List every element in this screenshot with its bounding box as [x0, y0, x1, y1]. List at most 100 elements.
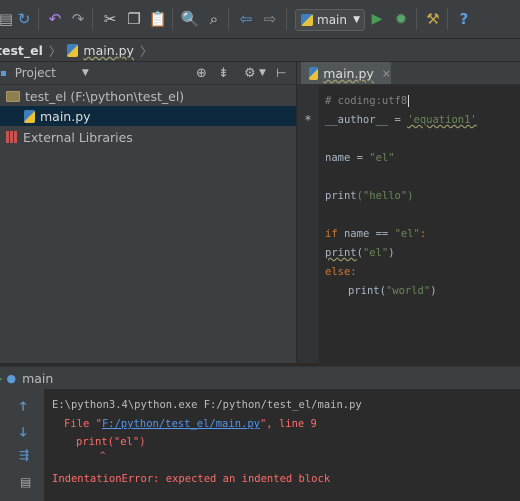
code-token: print	[325, 190, 357, 202]
console-text: File "	[64, 418, 102, 430]
forward-icon[interactable]: ⇨	[260, 9, 280, 29]
string-token: "world"	[385, 285, 431, 297]
run-icon: ▶	[0, 372, 2, 385]
run-configuration-dropdown[interactable]: main ▼	[295, 9, 365, 31]
breadcrumb: test_el 〉 main.py 〉	[0, 39, 520, 62]
copy-icon[interactable]: ❐	[124, 9, 144, 29]
breadcrumb-separator: 〉	[139, 43, 153, 59]
settings-wrench-icon[interactable]: ⚒	[423, 9, 443, 29]
keyword-token: else	[325, 266, 351, 278]
python-file-icon	[309, 66, 319, 80]
arrow-up-icon[interactable]: 🡑	[20, 397, 26, 418]
redo-icon[interactable]: ↷	[68, 9, 88, 29]
run-panel-title[interactable]: main	[22, 371, 53, 386]
string-token: 'equation1'	[407, 114, 477, 126]
toolbar-separator	[447, 8, 448, 30]
cut-icon[interactable]: ✂	[100, 9, 120, 29]
pause-icon[interactable]: ▍	[0, 449, 5, 463]
chevron-down-icon[interactable]: ▼	[82, 68, 89, 78]
run-icon[interactable]: ▶	[367, 9, 387, 29]
console-file-link[interactable]: F:/python/test_el/main.py	[102, 418, 260, 430]
back-icon[interactable]: ⇦	[236, 9, 256, 29]
project-tree: test_el (F:\python\test_el) main.py Exte…	[0, 85, 296, 363]
gear-icon[interactable]: ⚙	[244, 66, 256, 81]
close-icon[interactable]: ×	[382, 67, 391, 80]
tab-label: main.py	[323, 65, 374, 81]
code-line: print("hello")	[325, 190, 414, 202]
paste-icon[interactable]: 📋	[148, 9, 168, 29]
editor-tab-bar: main.py ×	[297, 62, 520, 85]
code-token: print	[348, 285, 380, 297]
tree-item-label: External Libraries	[23, 129, 133, 145]
code-line: print("el")	[325, 247, 395, 259]
arrow-down-icon[interactable]: 🡓	[20, 423, 26, 444]
code-line: if name == "el":	[325, 228, 426, 240]
main-toolbar: ▤ ↻ ↶ ↷ ✂ ❐ 📋 🔍 ⌕ ⇦ ⇨ main ▼ ▶ ✹ ⚒ ?	[0, 0, 520, 39]
rerun-icon[interactable]: ▍	[0, 397, 5, 411]
editor-gutter: *	[297, 85, 319, 363]
code-token: :	[419, 228, 427, 240]
soft-wrap-icon[interactable]: ⇶	[19, 448, 29, 462]
toolbar-separator	[92, 8, 93, 30]
console-traceback-line: File "F:/python/test_el/main.py", line 9	[64, 418, 317, 430]
console-caret: ^	[100, 451, 106, 461]
library-icon	[6, 131, 18, 143]
breadcrumb-project[interactable]: test_el	[0, 43, 43, 58]
replace-icon[interactable]: ⌕	[204, 9, 224, 29]
tree-item-label: test_el	[25, 88, 67, 104]
toolbar-separator	[286, 8, 287, 30]
toolbar-separator	[228, 8, 229, 30]
python-icon	[301, 14, 313, 26]
project-view-icon: ▪	[0, 67, 7, 79]
breadcrumb-file[interactable]: main.py	[83, 43, 134, 58]
console-output[interactable]: E:\python3.4\python.exe F:/python/test_e…	[44, 389, 520, 501]
string-token: "el"	[362, 247, 389, 259]
breadcrumb-separator: 〉	[48, 43, 62, 59]
code-token: =	[388, 114, 408, 126]
keyword-token: if	[325, 228, 338, 240]
tree-item-external-libraries[interactable]: External Libraries	[0, 127, 296, 147]
tree-item-main-py[interactable]: main.py	[0, 106, 296, 126]
text-cursor	[408, 95, 416, 107]
console-code-line: print("el")	[76, 436, 146, 448]
tree-item-project-root[interactable]: test_el (F:\python\test_el)	[0, 86, 296, 106]
code-token: )	[430, 285, 437, 297]
stop-icon[interactable]: ▍	[0, 423, 5, 437]
code-token: :	[350, 266, 357, 278]
project-panel-header: ▪ Project ▼ ⊕ ⇟ ⚙ ▼ ⊢	[0, 62, 296, 85]
tree-item-label: main.py	[40, 108, 91, 124]
collapse-all-icon[interactable]: ⇟	[218, 66, 229, 81]
hide-panel-icon[interactable]: ⊢	[276, 66, 286, 80]
restore-layout-icon[interactable]: ▍	[0, 475, 5, 489]
code-token: )	[388, 247, 395, 259]
comment-text: # coding:utf8	[325, 95, 408, 107]
code-line: __author__ = 'equation1'	[325, 114, 477, 126]
run-configuration-label: main	[317, 13, 347, 27]
code-token: print	[325, 247, 357, 259]
toolbar-separator	[172, 8, 173, 30]
code-line: else:	[325, 266, 357, 278]
help-icon[interactable]: ?	[454, 9, 474, 29]
python-file-icon	[24, 109, 35, 123]
chevron-down-icon: ▼	[353, 15, 360, 25]
chevron-down-icon[interactable]: ▼	[259, 68, 266, 78]
tree-item-path: (F:\python\test_el)	[70, 88, 185, 104]
undo-icon[interactable]: ↶	[45, 9, 65, 29]
scroll-from-source-icon[interactable]: ⊕	[196, 66, 207, 81]
modified-marker: *	[305, 113, 311, 127]
python-icon: ●	[6, 371, 17, 385]
code-token: __author__	[325, 114, 389, 126]
code-token: name =	[325, 152, 370, 164]
toolbar-separator	[416, 8, 417, 30]
code-line: name = "el"	[325, 152, 395, 164]
string-token: "el"	[369, 152, 395, 164]
code-editor[interactable]: # coding:utf8 __author__ = 'equation1' n…	[320, 85, 520, 363]
debug-icon[interactable]: ✹	[391, 9, 411, 29]
synchronize-icon[interactable]: ↻	[14, 9, 34, 29]
code-token: name ==	[337, 228, 395, 240]
print-icon[interactable]: ▤	[20, 475, 31, 489]
tab-main-py[interactable]: main.py ×	[301, 62, 391, 84]
console-command-line: E:\python3.4\python.exe F:/python/test_e…	[52, 399, 362, 411]
project-panel-title[interactable]: Project	[15, 66, 56, 80]
find-icon[interactable]: 🔍	[180, 9, 200, 29]
